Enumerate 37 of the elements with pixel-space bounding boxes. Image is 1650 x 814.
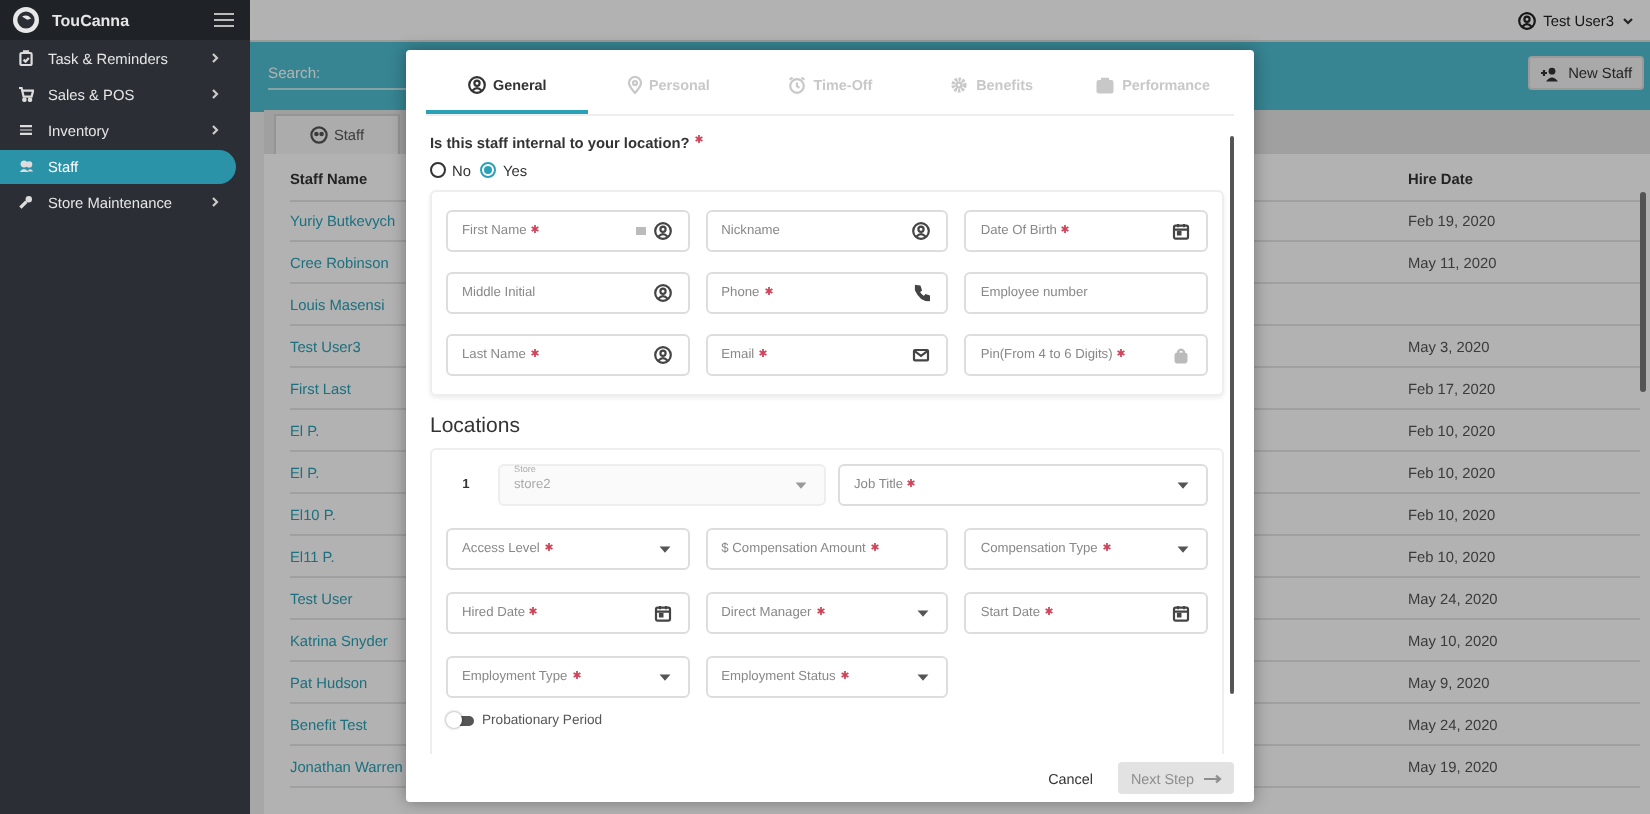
calendar-icon [653, 604, 672, 622]
mail-icon [912, 346, 931, 364]
caret-icon [794, 478, 808, 492]
briefcase-icon [1096, 76, 1115, 94]
chevron-down-icon[interactable] [1622, 15, 1634, 25]
face-icon [309, 126, 328, 144]
logo-icon [12, 6, 40, 34]
toggle-switch[interactable] [446, 712, 474, 728]
person-icon [653, 284, 672, 302]
caret-icon [1175, 478, 1190, 492]
pin-icon [627, 76, 641, 94]
lock-icon [1171, 346, 1190, 364]
section-title: Locations [430, 414, 522, 438]
people-icon [18, 158, 34, 175]
person-icon [653, 346, 672, 364]
calendar-icon [1171, 222, 1190, 240]
arrow-right-icon [1204, 773, 1222, 783]
person-icon [912, 222, 931, 240]
brand-name: TouCanna [52, 11, 132, 29]
caret-icon [916, 670, 931, 684]
person-icon [1517, 11, 1536, 29]
caret-icon [916, 606, 931, 620]
menu-icon[interactable] [214, 12, 234, 28]
clipboard-icon [18, 50, 34, 67]
alarm-clock-icon [787, 76, 806, 94]
caret-icon [657, 542, 672, 556]
person-icon [467, 76, 485, 94]
calendar-icon [1171, 604, 1190, 622]
person-icon [653, 222, 672, 240]
add-person-icon [1540, 65, 1561, 81]
scrollbar[interactable] [1640, 192, 1646, 392]
cart-icon [18, 86, 34, 103]
caret-icon [657, 670, 672, 684]
phone-icon [912, 284, 931, 302]
gear-icon [950, 76, 969, 94]
caret-icon [1175, 542, 1190, 556]
scrollbar[interactable] [1230, 136, 1234, 694]
